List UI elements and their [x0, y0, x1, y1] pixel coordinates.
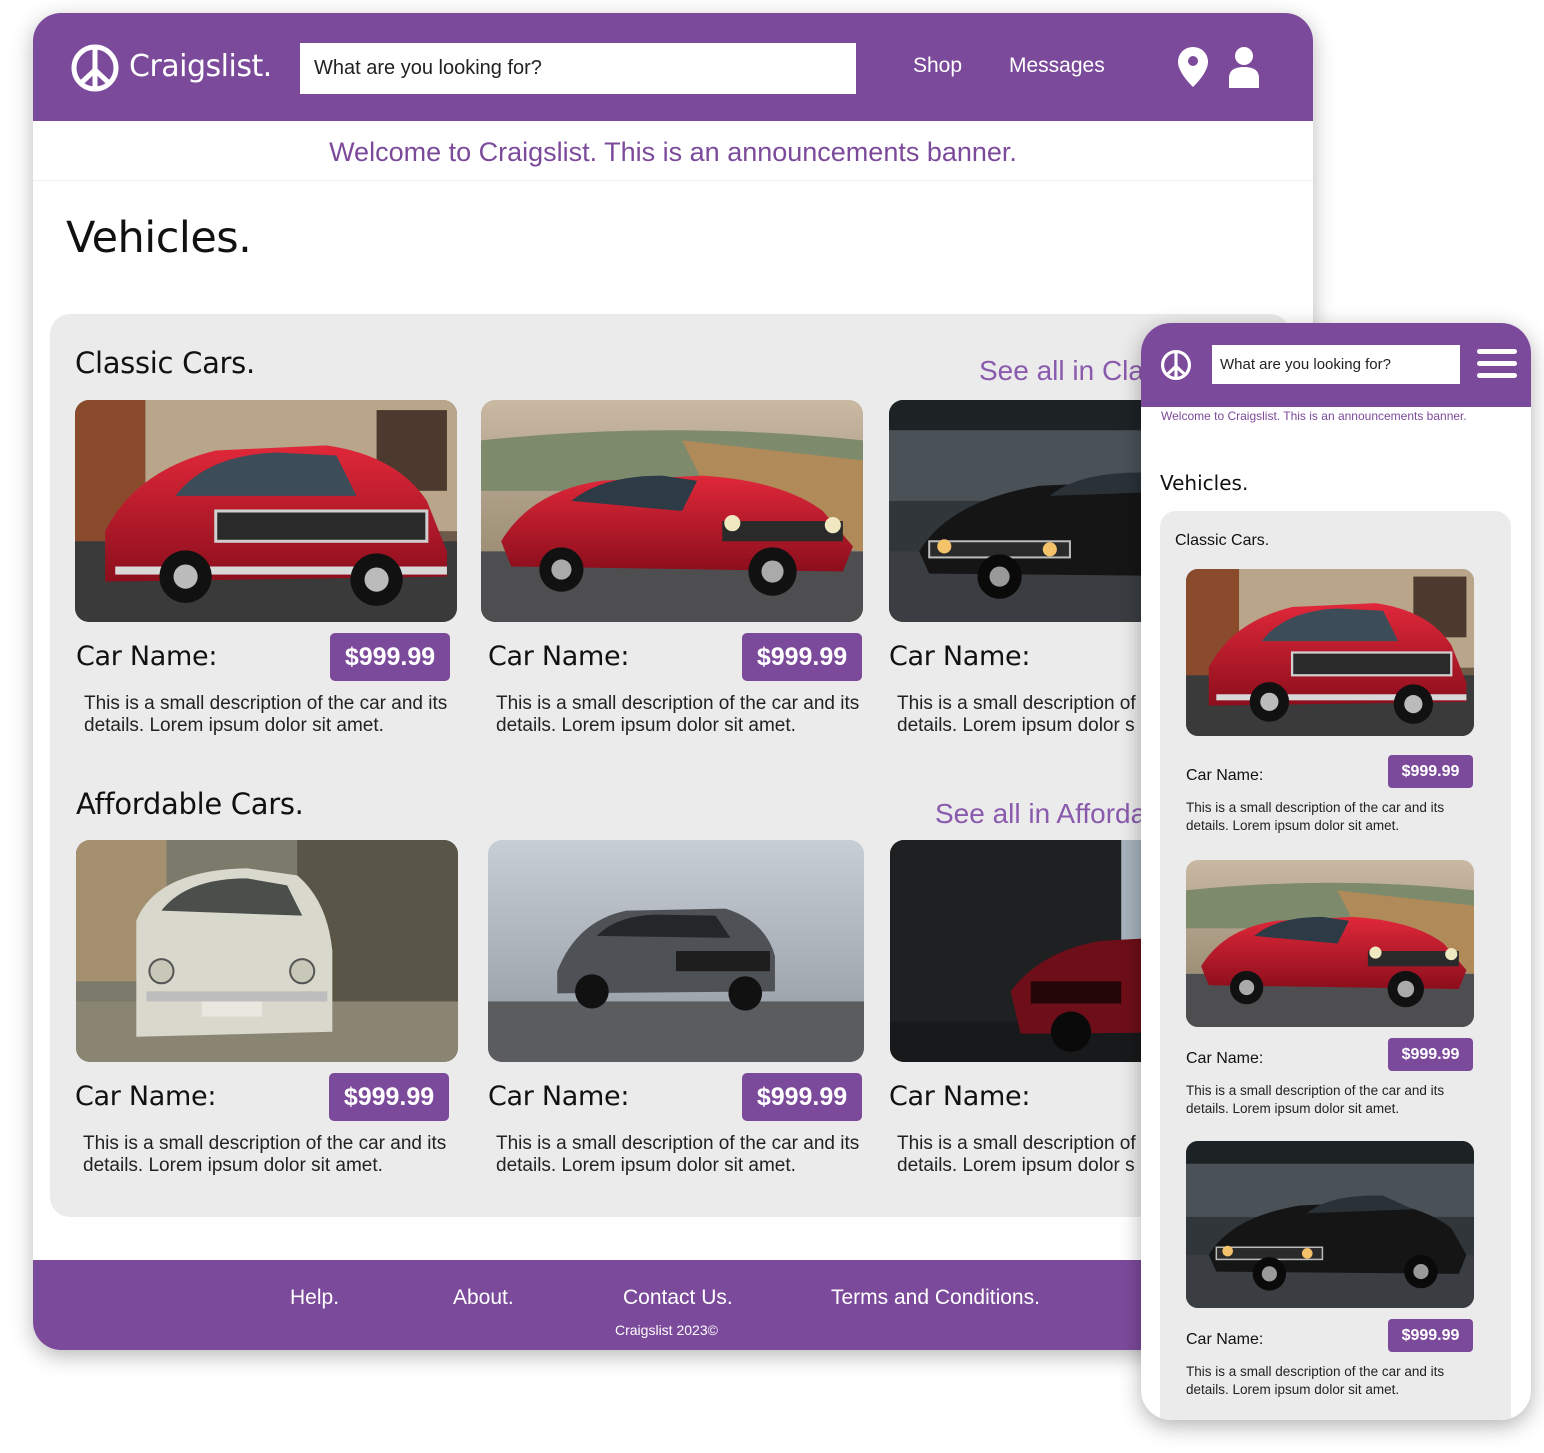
car-name: Car Name:	[75, 1081, 217, 1112]
page-title: Vehicles.	[66, 213, 252, 263]
nav-messages[interactable]: Messages	[1009, 54, 1105, 78]
nav-shop[interactable]: Shop	[913, 54, 962, 78]
search-input[interactable]	[300, 43, 856, 94]
price-badge: $999.99	[1388, 1038, 1473, 1071]
price-badge: $999.99	[329, 1073, 449, 1121]
car-description-line: This is a small description of	[897, 1133, 1136, 1154]
footer: Help. About. Contact Us. Terms and Condi…	[33, 1260, 1313, 1350]
section-title-affordable: Affordable Cars.	[76, 787, 304, 821]
car-description-line: details. Lorem ipsum dolor s	[897, 1155, 1135, 1176]
copyright: Craigslist 2023©	[615, 1322, 718, 1338]
price-badge: $999.99	[1388, 1319, 1473, 1352]
car-description: This is a small description of the car a…	[1186, 1364, 1445, 1397]
car-description: This is a small description of the car a…	[496, 1133, 860, 1176]
desktop-mockup: Craigslist. Shop Messages Welcome to Cra…	[33, 13, 1313, 1350]
car-name: Car Name:	[488, 641, 630, 672]
mobile-page-title: Vehicles.	[1160, 471, 1249, 495]
top-navbar: Craigslist. Shop Messages	[33, 13, 1313, 121]
announcement-banner: Welcome to Craigslist. This is an announ…	[33, 121, 1313, 181]
see-all-classic-link[interactable]: See all in Cla	[979, 355, 1144, 387]
car-image[interactable]	[1186, 860, 1474, 1027]
see-all-affordable-link[interactable]: See all in Afforda	[935, 798, 1146, 830]
price-badge: $999.99	[742, 633, 862, 681]
car-name: Car Name:	[1186, 1331, 1264, 1348]
car-image[interactable]	[1186, 1141, 1474, 1308]
car-description: This is a small description of the car a…	[496, 693, 860, 736]
peace-sign-icon[interactable]	[1160, 349, 1192, 381]
car-name: Car Name:	[76, 641, 218, 672]
car-description: This is a small description of the car a…	[83, 1133, 447, 1176]
car-description: This is a small description of details. …	[897, 1133, 1147, 1177]
footer-link-terms[interactable]: Terms and Conditions.	[831, 1286, 1040, 1310]
footer-link-help[interactable]: Help.	[290, 1286, 339, 1310]
car-description: This is a small description of the car a…	[1186, 1083, 1445, 1116]
car-description: This is a small description of the car a…	[1186, 800, 1445, 833]
brand-name[interactable]: Craigslist.	[129, 49, 272, 84]
mobile-navbar	[1141, 323, 1531, 407]
car-description: This is a small description of the car a…	[84, 693, 448, 736]
car-name: Car Name:	[889, 641, 1031, 672]
car-name: Car Name:	[889, 1081, 1031, 1112]
mobile-search-input[interactable]	[1212, 345, 1460, 384]
section-title-classic: Classic Cars.	[75, 346, 255, 380]
car-description-line: details. Lorem ipsum dolor s	[897, 715, 1135, 736]
location-pin-icon[interactable]	[1178, 47, 1208, 87]
car-name: Car Name:	[1186, 1050, 1264, 1067]
peace-sign-icon[interactable]	[70, 43, 120, 93]
car-description-line: This is a small description of	[897, 693, 1136, 714]
mobile-mockup: Welcome to Craigslist. This is an announ…	[1141, 323, 1531, 1420]
car-description: This is a small description of details. …	[897, 693, 1147, 737]
car-name: Car Name:	[488, 1081, 630, 1112]
mobile-section-title: Classic Cars.	[1175, 532, 1270, 549]
hamburger-menu-icon[interactable]	[1477, 349, 1517, 381]
price-badge: $999.99	[330, 633, 450, 681]
mobile-announcement-banner: Welcome to Craigslist. This is an announ…	[1161, 409, 1467, 423]
user-icon[interactable]	[1229, 46, 1259, 88]
car-image[interactable]	[481, 400, 863, 622]
car-name: Car Name:	[1186, 767, 1264, 784]
footer-link-about[interactable]: About.	[453, 1286, 514, 1310]
price-badge: $999.99	[742, 1073, 862, 1121]
car-image[interactable]	[1186, 569, 1474, 736]
car-image[interactable]	[75, 400, 457, 622]
price-badge: $999.99	[1388, 755, 1473, 788]
footer-link-contact[interactable]: Contact Us.	[623, 1286, 733, 1310]
car-image[interactable]	[488, 840, 864, 1062]
car-image[interactable]	[76, 840, 458, 1062]
